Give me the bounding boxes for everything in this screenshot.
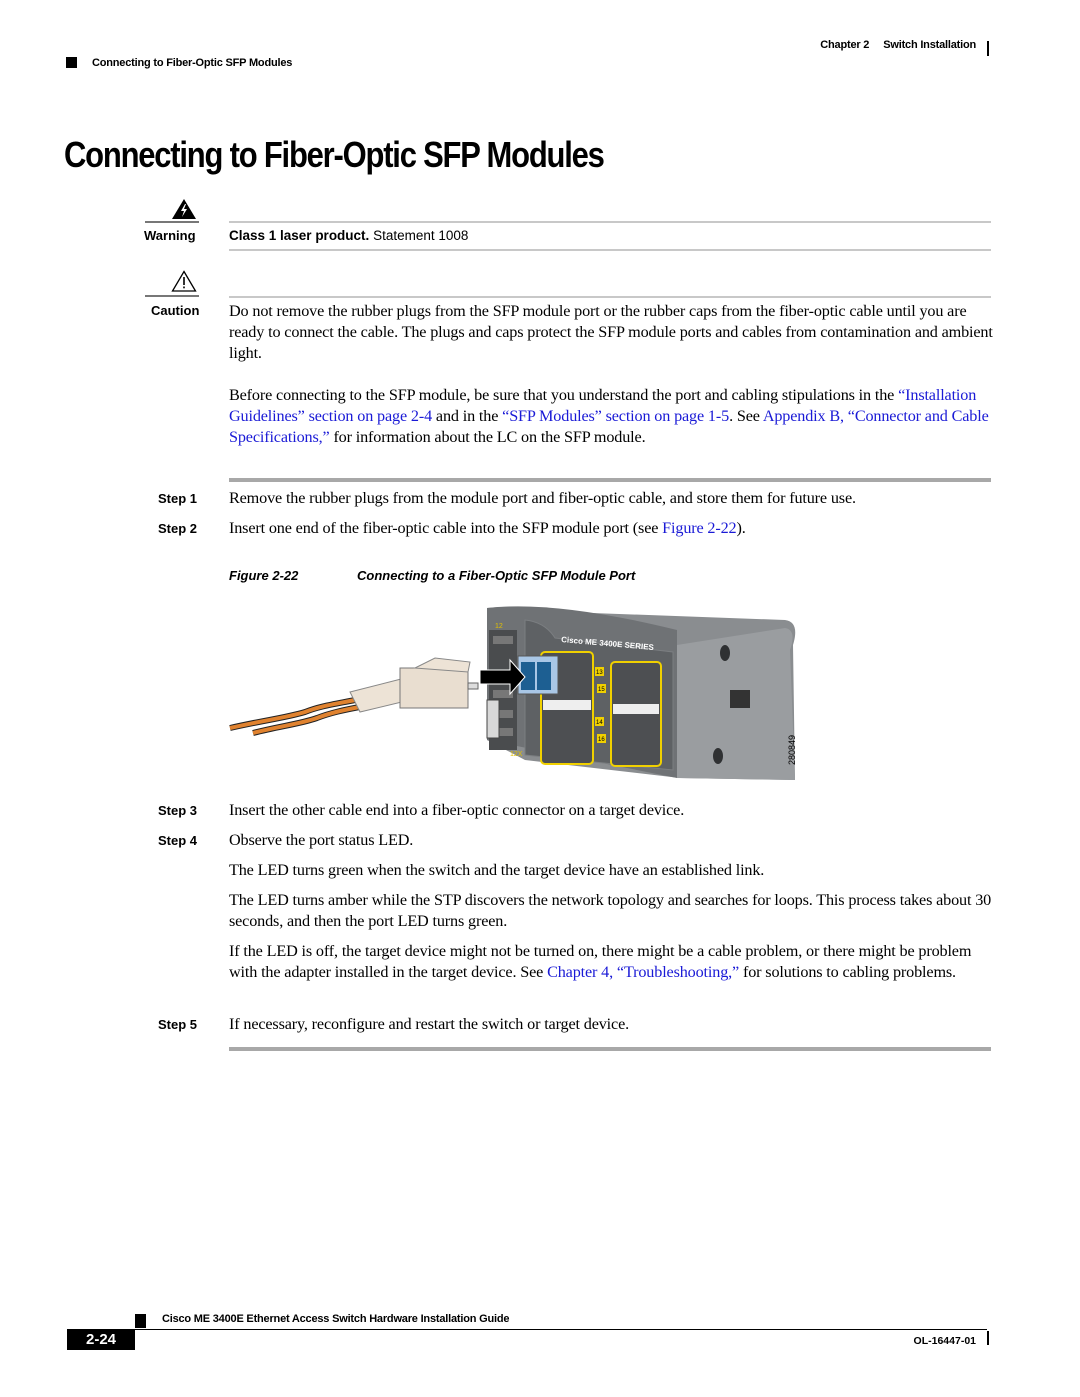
header-chapter-label: Chapter 2 xyxy=(820,39,870,51)
warning-bottom-rule xyxy=(229,249,991,251)
warning-lightning-icon xyxy=(172,199,196,219)
warning-text: Class 1 laser product. Statement 1008 xyxy=(229,228,468,243)
step-4-note-2: The LED turns amber while the STP discov… xyxy=(229,891,992,930)
doc-number: OL-16447-01 xyxy=(913,1335,976,1347)
text: for information about the LC on the SFP … xyxy=(329,428,646,446)
mount-hole xyxy=(720,645,730,661)
text: for solutions to cabling problems. xyxy=(739,963,956,981)
figure-illustration: 12 12X 13 14 15 16 Cisco ME 3400E SERIES… xyxy=(229,606,797,780)
figure-id: 280849 xyxy=(787,735,797,765)
warning-underline xyxy=(145,221,199,223)
step-4-note-1: The LED turns green when the switch and … xyxy=(229,861,765,879)
link-sfp-modules[interactable]: “SFP Modules” section on page 1-5 xyxy=(502,407,729,425)
text: Insert one end of the fiber-optic cable … xyxy=(229,519,663,537)
step-4-text: Observe the port status LED. xyxy=(229,831,414,849)
step-4-note-3: If the LED is off, the target device mig… xyxy=(229,941,999,983)
warning-top-rule xyxy=(229,221,991,223)
fiber-optic-cable xyxy=(229,657,479,736)
step-2-text: Insert one end of the fiber-optic cable … xyxy=(229,518,746,539)
port-label-16: 16 xyxy=(598,737,605,743)
footer-marker xyxy=(135,1314,146,1328)
warning-label: Warning xyxy=(144,228,196,243)
step-5-label: Step 5 xyxy=(158,1017,198,1032)
procedure-end-rule xyxy=(229,1047,991,1051)
caution-underline xyxy=(145,295,199,297)
step-5-text: If necessary, reconfigure and restart th… xyxy=(229,1015,629,1033)
header-section-marker xyxy=(66,57,77,68)
step-3-label: Step 3 xyxy=(158,803,198,818)
port-label-12x: 12X xyxy=(510,751,523,758)
caution-triangle-icon xyxy=(171,270,197,292)
mount-hole xyxy=(713,748,723,764)
figure-title: Connecting to a Fiber-Optic SFP Module P… xyxy=(357,568,636,583)
link-figure-2-22[interactable]: Figure 2-22 xyxy=(662,519,736,537)
figure-number: Figure 2-22 xyxy=(229,568,299,583)
step-3-text: Insert the other cable end into a fiber-… xyxy=(229,801,685,819)
caution-paragraph-2: Before connecting to the SFP module, be … xyxy=(229,385,999,448)
port-label-15: 15 xyxy=(598,687,605,693)
text: . See xyxy=(729,407,763,425)
sfp-module xyxy=(517,655,559,695)
link-chapter-4-troubleshooting[interactable]: Chapter 4, “Troubleshooting,” xyxy=(547,963,739,981)
header-chapter: Chapter 2 Switch Installation xyxy=(820,39,976,51)
caution-bottom-rule xyxy=(229,478,991,482)
text: Before connecting to the SFP module, be … xyxy=(229,386,899,404)
step-4-label: Step 4 xyxy=(158,833,198,848)
warning-statement: Statement 1008 xyxy=(369,228,469,243)
warning-bold-text: Class 1 laser product. xyxy=(229,228,370,243)
step-1-label: Step 1 xyxy=(158,491,198,506)
text: ). xyxy=(736,519,746,537)
port-label-14: 14 xyxy=(596,720,603,726)
header-bar xyxy=(987,41,989,56)
caution-top-rule xyxy=(229,296,991,298)
side-slot xyxy=(730,690,750,708)
page-number: 2-24 xyxy=(67,1329,135,1350)
port-label-13: 13 xyxy=(596,670,603,676)
footer-bar xyxy=(987,1331,989,1345)
step-2-label: Step 2 xyxy=(158,521,198,536)
footer-rule xyxy=(135,1329,987,1330)
port-label-12: 12 xyxy=(495,623,503,630)
header-chapter-title: Switch Installation xyxy=(883,39,976,51)
caution-label: Caution xyxy=(151,303,200,318)
caution-paragraph-1: Do not remove the rubber plugs from the … xyxy=(229,302,993,362)
header-section: Connecting to Fiber-Optic SFP Modules xyxy=(92,57,293,69)
page-title: Connecting to Fiber-Optic SFP Modules xyxy=(64,134,605,175)
step-1-text: Remove the rubber plugs from the module … xyxy=(229,489,856,507)
footer-guide-title: Cisco ME 3400E Ethernet Access Switch Ha… xyxy=(162,1313,510,1325)
text: and in the xyxy=(432,407,503,425)
figure-caption: Figure 2-22 Connecting to a Fiber-Optic … xyxy=(229,568,635,583)
